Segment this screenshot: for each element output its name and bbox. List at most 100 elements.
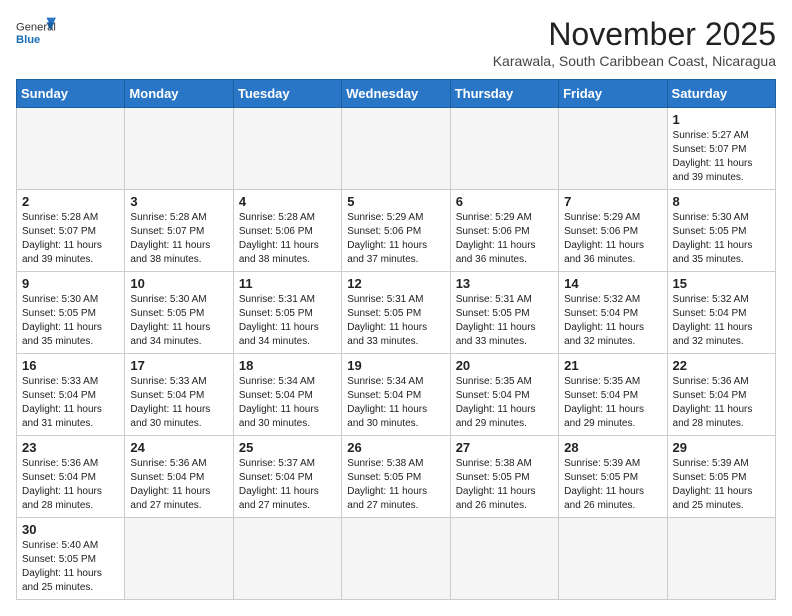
day-number: 21 [564,358,661,373]
calendar-day-cell: 21 Sunrise: 5:35 AMSunset: 5:04 PMDayligh… [559,354,667,436]
day-info: Sunrise: 5:38 AMSunset: 5:05 PMDaylight:… [456,457,553,513]
calendar-day-cell: 22 Sunrise: 5:36 AMSunset: 5:04 PMDayligh… [667,354,775,436]
calendar-day-cell: 20 Sunrise: 5:35 AMSunset: 5:04 PMDayligh… [450,354,558,436]
day-number: 9 [22,276,119,291]
calendar-day-cell: 24 Sunrise: 5:36 AMSunset: 5:04 PMDayligh… [125,436,233,518]
day-number: 7 [564,194,661,209]
day-number: 4 [239,194,336,209]
day-info: Sunrise: 5:39 AMSunset: 5:05 PMDaylight:… [673,457,770,513]
day-info: Sunrise: 5:30 AMSunset: 5:05 PMDaylight:… [22,293,119,349]
day-info: Sunrise: 5:28 AMSunset: 5:07 PMDaylight:… [130,211,227,267]
day-number: 13 [456,276,553,291]
month-title: November 2025 [493,16,776,53]
calendar-day-cell: 23 Sunrise: 5:36 AMSunset: 5:04 PMDayligh… [17,436,125,518]
day-number: 19 [347,358,444,373]
day-info: Sunrise: 5:29 AMSunset: 5:06 PMDaylight:… [347,211,444,267]
calendar-week-row: 23 Sunrise: 5:36 AMSunset: 5:04 PMDayligh… [17,436,776,518]
calendar-day-cell: 3 Sunrise: 5:28 AMSunset: 5:07 PMDaylight… [125,190,233,272]
calendar-day-cell: 9 Sunrise: 5:30 AMSunset: 5:05 PMDaylight… [17,272,125,354]
day-info: Sunrise: 5:34 AMSunset: 5:04 PMDaylight:… [239,375,336,431]
general-blue-logo-icon: General Blue [16,16,56,48]
calendar-day-cell: 11 Sunrise: 5:31 AMSunset: 5:05 PMDayligh… [233,272,341,354]
day-number: 1 [673,112,770,127]
calendar-day-cell [450,108,558,190]
day-number: 5 [347,194,444,209]
calendar-day-cell: 30 Sunrise: 5:40 AMSunset: 5:05 PMDayligh… [17,518,125,600]
day-of-week-header: Tuesday [233,80,341,108]
day-number: 24 [130,440,227,455]
page-header: General Blue November 2025 Karawala, Sou… [16,16,776,69]
day-number: 20 [456,358,553,373]
calendar-day-cell: 6 Sunrise: 5:29 AMSunset: 5:06 PMDaylight… [450,190,558,272]
calendar-day-cell: 27 Sunrise: 5:38 AMSunset: 5:05 PMDayligh… [450,436,558,518]
day-number: 27 [456,440,553,455]
day-info: Sunrise: 5:29 AMSunset: 5:06 PMDaylight:… [564,211,661,267]
day-info: Sunrise: 5:31 AMSunset: 5:05 PMDaylight:… [239,293,336,349]
day-info: Sunrise: 5:31 AMSunset: 5:05 PMDaylight:… [347,293,444,349]
day-of-week-header: Thursday [450,80,558,108]
calendar-day-cell: 15Sunrise: 5:32 AMSunset: 5:04 PMDayligh… [667,272,775,354]
day-info: Sunrise: 5:32 AMSunset: 5:04 PMDaylight:… [673,293,770,349]
day-info: Sunrise: 5:35 AMSunset: 5:04 PMDaylight:… [456,375,553,431]
day-number: 14 [564,276,661,291]
day-info: Sunrise: 5:29 AMSunset: 5:06 PMDaylight:… [456,211,553,267]
day-of-week-header: Sunday [17,80,125,108]
calendar-day-cell: 17 Sunrise: 5:33 AMSunset: 5:04 PMDayligh… [125,354,233,436]
title-area: November 2025 Karawala, South Caribbean … [493,16,776,69]
calendar-day-cell [125,518,233,600]
calendar-day-cell [559,518,667,600]
calendar-day-cell [450,518,558,600]
calendar-day-cell [17,108,125,190]
day-number: 30 [22,522,119,537]
calendar-day-cell: 16Sunrise: 5:33 AMSunset: 5:04 PMDayligh… [17,354,125,436]
day-info: Sunrise: 5:40 AMSunset: 5:05 PMDaylight:… [22,539,119,595]
day-info: Sunrise: 5:32 AMSunset: 5:04 PMDaylight:… [564,293,661,349]
day-info: Sunrise: 5:36 AMSunset: 5:04 PMDaylight:… [22,457,119,513]
day-of-week-header: Monday [125,80,233,108]
day-number: 28 [564,440,661,455]
calendar-day-cell: 19 Sunrise: 5:34 AMSunset: 5:04 PMDayligh… [342,354,450,436]
calendar-day-cell [342,518,450,600]
calendar-day-cell: 8Sunrise: 5:30 AMSunset: 5:05 PMDaylight… [667,190,775,272]
day-info: Sunrise: 5:37 AMSunset: 5:04 PMDaylight:… [239,457,336,513]
day-number: 23 [22,440,119,455]
calendar-table: SundayMondayTuesdayWednesdayThursdayFrid… [16,79,776,600]
calendar-week-row: 30 Sunrise: 5:40 AMSunset: 5:05 PMDayligh… [17,518,776,600]
calendar-day-cell: 5 Sunrise: 5:29 AMSunset: 5:06 PMDaylight… [342,190,450,272]
calendar-day-cell: 12 Sunrise: 5:31 AMSunset: 5:05 PMDayligh… [342,272,450,354]
day-info: Sunrise: 5:39 AMSunset: 5:05 PMDaylight:… [564,457,661,513]
calendar-day-cell [125,108,233,190]
day-number: 22 [673,358,770,373]
calendar-day-cell: 25 Sunrise: 5:37 AMSunset: 5:04 PMDayligh… [233,436,341,518]
day-info: Sunrise: 5:36 AMSunset: 5:04 PMDaylight:… [673,375,770,431]
day-info: Sunrise: 5:33 AMSunset: 5:04 PMDaylight:… [130,375,227,431]
day-number: 12 [347,276,444,291]
day-number: 29 [673,440,770,455]
day-number: 6 [456,194,553,209]
day-number: 11 [239,276,336,291]
day-number: 2 [22,194,119,209]
calendar-day-cell [233,518,341,600]
day-number: 10 [130,276,227,291]
calendar-day-cell: 7 Sunrise: 5:29 AMSunset: 5:06 PMDaylight… [559,190,667,272]
location-subtitle: Karawala, South Caribbean Coast, Nicarag… [493,53,776,69]
day-info: Sunrise: 5:38 AMSunset: 5:05 PMDaylight:… [347,457,444,513]
day-number: 25 [239,440,336,455]
calendar-week-row: 1Sunrise: 5:27 AMSunset: 5:07 PMDaylight… [17,108,776,190]
calendar-day-cell [667,518,775,600]
calendar-day-cell: 26Sunrise: 5:38 AMSunset: 5:05 PMDayligh… [342,436,450,518]
day-info: Sunrise: 5:28 AMSunset: 5:07 PMDaylight:… [22,211,119,267]
day-info: Sunrise: 5:35 AMSunset: 5:04 PMDaylight:… [564,375,661,431]
calendar-day-cell: 10Sunrise: 5:30 AMSunset: 5:05 PMDayligh… [125,272,233,354]
calendar-day-cell: 28 Sunrise: 5:39 AMSunset: 5:05 PMDayligh… [559,436,667,518]
day-info: Sunrise: 5:34 AMSunset: 5:04 PMDaylight:… [347,375,444,431]
day-number: 8 [673,194,770,209]
day-number: 17 [130,358,227,373]
day-number: 3 [130,194,227,209]
calendar-day-cell: 2 Sunrise: 5:28 AMSunset: 5:07 PMDaylight… [17,190,125,272]
day-info: Sunrise: 5:28 AMSunset: 5:06 PMDaylight:… [239,211,336,267]
calendar-day-cell: 4 Sunrise: 5:28 AMSunset: 5:06 PMDaylight… [233,190,341,272]
day-info: Sunrise: 5:36 AMSunset: 5:04 PMDaylight:… [130,457,227,513]
calendar-day-cell [342,108,450,190]
svg-text:Blue: Blue [16,34,40,46]
